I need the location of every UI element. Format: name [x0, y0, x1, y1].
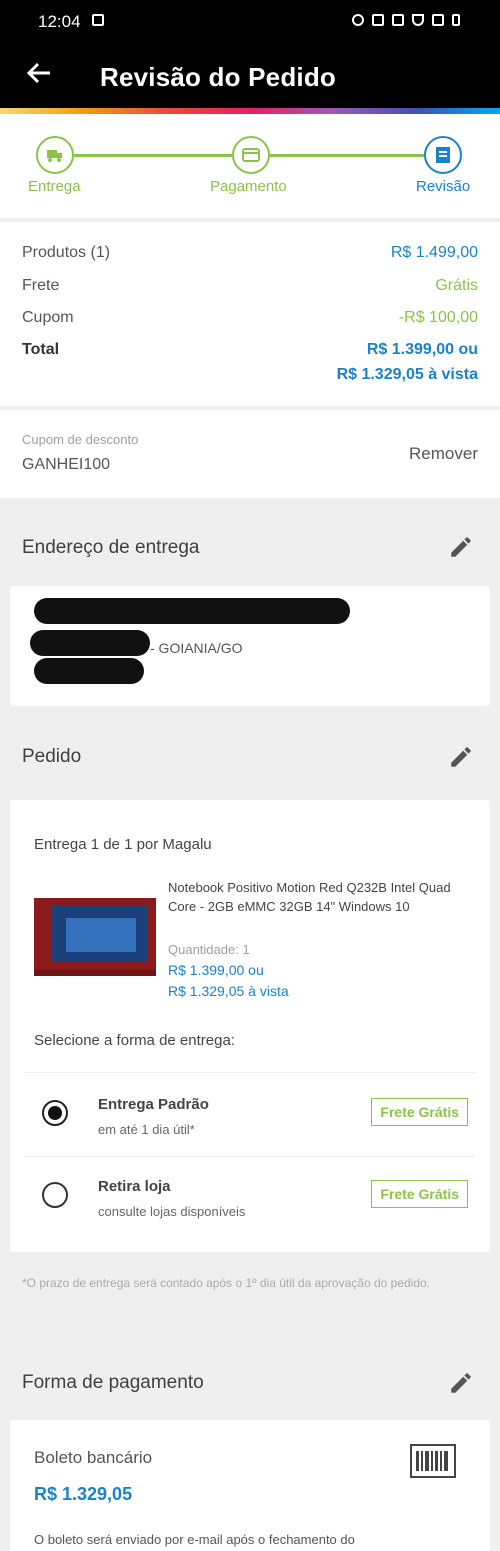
edit-order-pencil-icon[interactable] [448, 744, 474, 770]
truck-icon [47, 150, 62, 162]
coupon-field-label: Cupom de desconto [22, 432, 139, 447]
coupon-value: -R$ 100,00 [398, 309, 478, 326]
barcode-icon [410, 1444, 456, 1478]
app-bar: Revisão do Pedido [0, 44, 500, 110]
step-label-pagamento: Pagamento [210, 178, 287, 195]
redacted-address [34, 658, 144, 684]
address-section-title: Endereço de entrega [22, 537, 200, 558]
wifi-icon [412, 14, 424, 26]
summary-total-row: Total R$ 1.399,00 ou [22, 341, 478, 359]
shipping-value: Grátis [435, 277, 478, 294]
summary-shipping-row: Frete Grátis [22, 277, 478, 295]
summary-coupon-row: Cupom -R$ 100,00 [22, 309, 478, 327]
document-icon [436, 147, 450, 163]
card-icon [242, 148, 260, 162]
step-connector [270, 154, 424, 157]
signal-icon [432, 14, 444, 26]
radio-store-pickup[interactable] [42, 1182, 68, 1208]
option-subtitle: consulte lojas disponíveis [98, 1204, 246, 1219]
total-label: Total [22, 341, 60, 358]
option-title: Entrega Padrão [98, 1096, 209, 1113]
step-connector [74, 154, 232, 157]
page-title: Revisão do Pedido [100, 62, 337, 92]
edit-address-pencil-icon[interactable] [448, 534, 474, 560]
total-cash-value: R$ 1.329,05 à vista [336, 366, 478, 383]
delivery-option-standard[interactable]: Entrega Padrão em até 1 dia útil* Frete … [10, 1074, 490, 1156]
products-label: Produtos (1) [22, 244, 111, 261]
payment-info: O boleto será enviado por e-mail após o … [34, 1532, 355, 1547]
coupon-label: Cupom [22, 309, 74, 326]
gallery-icon [92, 14, 104, 26]
step-label-revisao: Revisão [416, 178, 471, 195]
step-revisao[interactable] [424, 136, 462, 174]
select-delivery-label: Selecione a forma de entrega: [34, 1032, 235, 1049]
free-shipping-badge: Frete Grátis [371, 1180, 468, 1208]
back-arrow-icon[interactable] [26, 60, 52, 91]
delivery-note: *O prazo de entrega será contado após o … [22, 1276, 430, 1290]
shipping-label: Frete [22, 277, 60, 294]
step-label-entrega: Entrega [28, 178, 81, 195]
summary-products-row: Produtos (1) R$ 1.499,00 [22, 244, 478, 262]
product-price: R$ 1.399,00 ou [168, 962, 264, 978]
step-entrega[interactable] [36, 136, 74, 174]
product-name[interactable]: Notebook Positivo Motion Red Q232B Intel… [168, 878, 458, 916]
delivery-seller: Entrega 1 de 1 por Magalu [34, 836, 212, 853]
payment-method: Boleto bancário [34, 1448, 153, 1467]
coupon-card: Cupom de desconto GANHEI100 Remover [0, 410, 500, 498]
mute-icon [372, 14, 384, 26]
address-card: - GOIANIA/GO [10, 586, 490, 706]
total-value: R$ 1.399,00 ou [366, 341, 478, 358]
divider [24, 1156, 476, 1157]
product-quantity: Quantidade: 1 [168, 942, 250, 957]
edit-payment-pencil-icon[interactable] [448, 1370, 474, 1396]
status-bar: 12:04 [0, 0, 500, 44]
option-title: Retira loja [98, 1178, 171, 1195]
step-pagamento[interactable] [232, 136, 270, 174]
divider [24, 1072, 476, 1073]
checkout-stepper: Entrega Pagamento Revisão [0, 114, 500, 218]
battery-icon [452, 14, 460, 26]
remove-coupon-button[interactable]: Remover [409, 444, 478, 464]
order-card: Entrega 1 de 1 por Magalu Notebook Posit… [10, 800, 490, 1252]
redacted-address [30, 630, 150, 656]
payment-amount: R$ 1.329,05 [34, 1484, 133, 1504]
address-city: - GOIANIA/GO [150, 640, 243, 656]
redacted-address [34, 598, 350, 624]
radio-standard[interactable] [42, 1100, 68, 1126]
alarm-icon [352, 14, 364, 26]
payment-section-title: Forma de pagamento [22, 1372, 204, 1393]
delivery-option-store-pickup[interactable]: Retira loja consulte lojas disponíveis F… [10, 1158, 490, 1240]
payment-card: Boleto bancário R$ 1.329,05 O boleto ser… [10, 1420, 490, 1551]
nfc-icon [392, 14, 404, 26]
product-price-cash: R$ 1.329,05 à vista [168, 983, 289, 999]
order-summary: Produtos (1) R$ 1.499,00 Frete Grátis Cu… [0, 222, 500, 406]
products-value: R$ 1.499,00 [390, 244, 478, 261]
option-subtitle: em até 1 dia útil* [98, 1122, 195, 1137]
coupon-code: GANHEI100 [22, 456, 111, 473]
status-time: 12:04 [38, 12, 81, 31]
free-shipping-badge: Frete Grátis [371, 1098, 468, 1126]
product-image[interactable] [34, 898, 156, 976]
order-section-title: Pedido [22, 746, 82, 767]
